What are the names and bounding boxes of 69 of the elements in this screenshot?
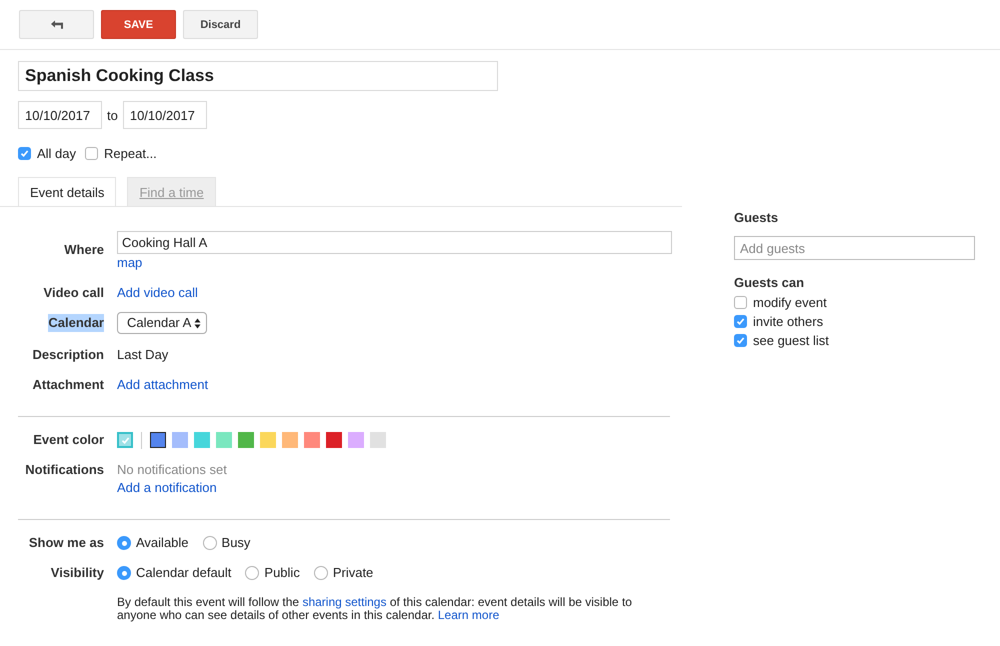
- radio-button[interactable]: [117, 536, 131, 550]
- radio-label: Public: [264, 564, 300, 582]
- checkbox[interactable]: [734, 334, 747, 346]
- notifications-status: No notifications set: [117, 461, 227, 479]
- checkbox-label: Repeat...: [104, 146, 157, 161]
- back-arrow-icon: [50, 20, 64, 30]
- radio-button[interactable]: [245, 566, 260, 580]
- radio-label: Calendar default: [136, 564, 232, 582]
- up-down-caret-icon: [194, 318, 202, 328]
- checkmark-icon: [736, 316, 745, 326]
- field-label: Description: [32, 346, 104, 364]
- note-link[interactable]: sharing settings: [302, 595, 386, 609]
- map-link[interactable]: map: [117, 254, 142, 272]
- checkmark-icon: [120, 436, 130, 444]
- add-guests-field[interactable]: Add guests: [734, 236, 975, 260]
- add-link[interactable]: Add video call: [117, 284, 198, 302]
- checkbox[interactable]: [734, 314, 747, 328]
- field-label: Calendar: [48, 314, 104, 332]
- start-date-field[interactable]: 10/10/2017: [18, 101, 102, 129]
- color-swatch[interactable]: [194, 432, 210, 448]
- save-button[interactable]: SAVE: [101, 10, 176, 39]
- add-notification-link[interactable]: Add a notification: [117, 479, 217, 497]
- date-separator: to: [107, 108, 118, 122]
- checkmark-icon: [736, 336, 745, 344]
- description-text: Last Day: [117, 346, 168, 364]
- tab[interactable]: Event details: [18, 177, 116, 206]
- title-field[interactable]: Spanish Cooking Class: [18, 61, 498, 91]
- radio-button[interactable]: [117, 566, 131, 580]
- end-date-field[interactable]: 10/10/2017: [122, 101, 207, 129]
- section-title: Guests: [734, 210, 780, 225]
- field-label: Show me as: [28, 534, 104, 552]
- add-link[interactable]: Add attachment: [117, 376, 208, 394]
- color-swatch[interactable]: [370, 432, 386, 448]
- visibility-note: By default this event will follow the sharing settings of this calendar: event details will be visible to anyone who can see details of other events in this calendar. Learn more: [117, 596, 633, 622]
- field-label: Attachment: [32, 376, 104, 394]
- checkbox-label: modify event: [753, 294, 827, 310]
- checkbox[interactable]: [85, 147, 98, 160]
- radio-label: Available: [136, 534, 189, 552]
- section-title: Guests can: [734, 275, 806, 290]
- note-link[interactable]: Learn more: [438, 608, 500, 622]
- radio-button[interactable]: [314, 566, 328, 580]
- radio-label: Busy: [222, 534, 250, 552]
- color-swatch[interactable]: [172, 432, 188, 448]
- field-label: Video call: [44, 284, 104, 302]
- color-swatch[interactable]: [348, 432, 364, 448]
- radio-button[interactable]: [202, 536, 217, 550]
- default-color-swatch[interactable]: [117, 432, 133, 448]
- checkmark-icon: [20, 149, 29, 158]
- checkbox-label: All day: [37, 146, 76, 161]
- color-swatch[interactable]: [282, 432, 298, 448]
- field-label: Visibility: [50, 564, 104, 582]
- discard-button[interactable]: Discard: [183, 10, 258, 39]
- checkbox[interactable]: [18, 147, 31, 160]
- radio-label: Private: [332, 564, 374, 582]
- color-swatch[interactable]: [304, 432, 320, 448]
- location-field[interactable]: Cooking Hall A: [117, 231, 672, 254]
- field-label: Notifications: [25, 461, 104, 479]
- field-label: Event color: [33, 431, 104, 449]
- field-label: Where: [64, 241, 104, 259]
- color-swatch[interactable]: [260, 432, 276, 448]
- calendar-dropdown[interactable]: Calendar A: [117, 312, 208, 334]
- color-swatch[interactable]: [326, 432, 342, 448]
- color-swatch[interactable]: [150, 432, 166, 448]
- back-button[interactable]: [19, 10, 94, 39]
- color-swatch[interactable]: [216, 432, 232, 448]
- checkbox-label: see guest list: [753, 332, 829, 348]
- color-swatch[interactable]: [238, 432, 254, 448]
- checkbox[interactable]: [734, 296, 747, 308]
- checkbox-label: invite others: [753, 314, 824, 328]
